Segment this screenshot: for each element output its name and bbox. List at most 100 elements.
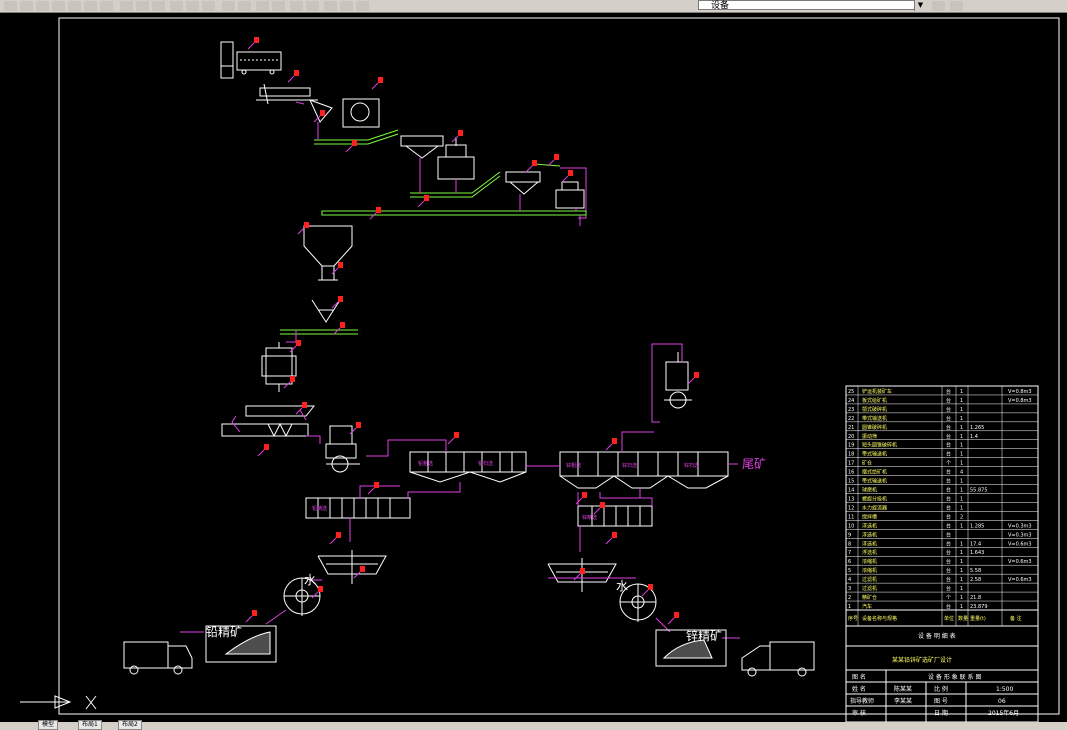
cell-text: 锌精选: [582, 514, 597, 521]
layer-manager-icon[interactable]: [932, 1, 945, 11]
zoom-realtime-icon[interactable]: [202, 1, 215, 11]
layer-dropdown[interactable]: 设备: [698, 0, 924, 11]
hdr-col: 单位: [944, 615, 954, 622]
row-note: V=0.6m3: [1008, 541, 1032, 547]
conveyor-4-discharge: [286, 330, 297, 343]
row-note: V=0.6m3: [1008, 577, 1032, 583]
undo-icon[interactable]: [152, 1, 165, 11]
row-weight: 1.643: [970, 550, 984, 556]
calc-icon[interactable]: [340, 1, 353, 11]
tool-palette-icon[interactable]: [290, 1, 303, 11]
design-center-icon[interactable]: [272, 1, 285, 11]
tag-marker: [356, 422, 361, 428]
help-icon[interactable]: [356, 1, 369, 11]
tag-marker: [612, 532, 617, 538]
tag-marker: [580, 568, 585, 574]
markup-icon[interactable]: [324, 1, 337, 11]
cut-icon[interactable]: [84, 1, 97, 11]
row-name: 浮选机: [862, 540, 877, 547]
tag-marker: [338, 262, 343, 268]
save-icon[interactable]: [36, 1, 49, 11]
row-number: 9: [848, 532, 851, 538]
row-name: 汽车: [862, 603, 872, 610]
preview-icon[interactable]: [68, 1, 81, 11]
zoom-previous-icon[interactable]: [238, 1, 251, 11]
row-unit: 台: [946, 549, 951, 556]
tag-marker: [648, 584, 653, 590]
match-icon[interactable]: [136, 1, 149, 11]
row-number: 17: [848, 461, 854, 467]
row-unit: 台: [946, 406, 951, 413]
pan-icon[interactable]: [186, 1, 199, 11]
project-title: 某某铅锌矿选矿厂设计: [892, 656, 952, 664]
cell-text: 铅扫选: [478, 460, 493, 467]
redo-icon[interactable]: [170, 1, 183, 11]
row-weight: 5.58: [970, 568, 981, 574]
tag-marker: [336, 532, 341, 538]
water-label-lead: 水: [304, 573, 316, 587]
tag-marker: [554, 154, 559, 160]
tag-marker: [338, 296, 343, 302]
row-number: 11: [848, 514, 854, 520]
tag-leader: [525, 165, 533, 173]
row-qty: 1: [960, 416, 963, 422]
row-note: V=0.8m3: [1008, 389, 1032, 395]
tag-leader: [331, 267, 339, 275]
new-icon[interactable]: [4, 1, 17, 11]
row-weight: 55.875: [970, 488, 988, 494]
print-icon[interactable]: [52, 1, 65, 11]
row-unit: 台: [946, 451, 951, 458]
drawing-canvas[interactable]: 水 水 铅精矿 锌精矿 尾矿 铅粗选 铅扫选 锌粗选 锌扫选 锌扫选 铅精选 锌…: [0, 12, 1067, 722]
tag-leader: [451, 135, 459, 143]
layer-state-icon[interactable]: [950, 1, 963, 11]
zoom-window-icon[interactable]: [222, 1, 235, 11]
tag-marker: [294, 70, 299, 76]
row-name: 板式给矿机: [862, 397, 887, 404]
tab-model[interactable]: 模型: [38, 720, 59, 730]
row-unit: 台: [946, 522, 951, 529]
row-number: 23: [848, 407, 854, 413]
properties-icon[interactable]: [256, 1, 269, 11]
tag-marker: [290, 376, 295, 382]
row-qty: 1: [960, 434, 963, 440]
row-name: 圆锥破碎机: [862, 424, 887, 431]
row-qty: 4: [960, 470, 963, 476]
row-unit: 台: [946, 540, 951, 547]
tab-layout-1[interactable]: 布局1: [78, 720, 102, 730]
row-qty: 1: [960, 461, 963, 467]
jaw-crusher: [256, 83, 380, 128]
row-weight: 1.4: [970, 434, 978, 440]
conveyor-3: [321, 210, 587, 216]
tag-leader: [287, 75, 295, 83]
flotation-bank-zinc-rougher: [559, 451, 729, 489]
tag-leader: [349, 427, 357, 435]
tag-marker: [302, 402, 307, 408]
screen-1: [400, 135, 475, 180]
row-number: 12: [848, 505, 854, 511]
row-number: 18: [848, 452, 854, 458]
row-unit: 台: [946, 567, 951, 574]
chevron-down-icon[interactable]: ▼: [914, 0, 926, 11]
row-name: 过滤机: [862, 576, 877, 583]
row-qty: 1: [960, 479, 963, 485]
row-name: 铲运机装矿车: [862, 388, 892, 395]
tag-marker: [582, 492, 587, 498]
cell-text: 锌扫选: [622, 462, 637, 469]
tab-layout-2[interactable]: 布局2: [118, 720, 142, 730]
copy-icon[interactable]: [100, 1, 113, 11]
tag-marker: [600, 502, 605, 508]
layer-name: 设备: [711, 1, 730, 11]
truck-lead: [123, 641, 193, 675]
feed-hopper: [220, 41, 282, 79]
row-qty: 1: [960, 443, 963, 449]
ball-mill: [261, 342, 297, 392]
sheet-set-icon[interactable]: [306, 1, 319, 11]
paste-icon[interactable]: [120, 1, 133, 11]
tag-leader: [289, 345, 297, 353]
tag-marker: [568, 170, 573, 176]
open-icon[interactable]: [20, 1, 33, 11]
row-number: 5: [848, 568, 851, 574]
tb-label: 日 期: [934, 709, 948, 717]
row-unit: 台: [946, 442, 951, 449]
tag-leader: [605, 537, 613, 545]
